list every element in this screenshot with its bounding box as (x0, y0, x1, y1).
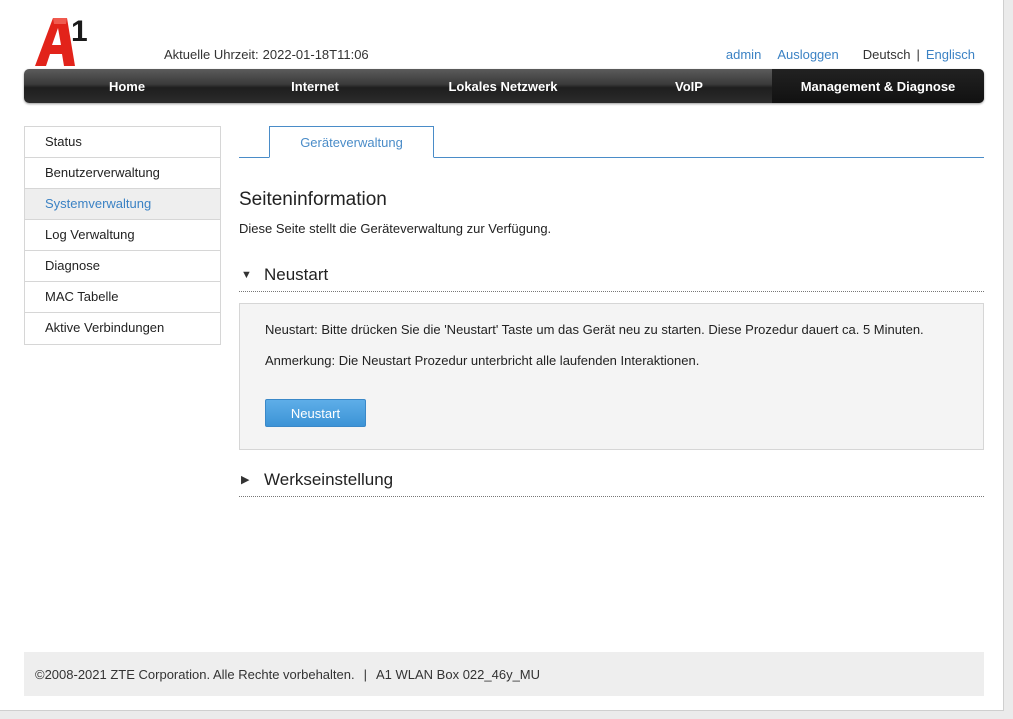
sidebar-item-active-connections[interactable]: Aktive Verbindungen (25, 313, 220, 344)
current-time: Aktuelle Uhrzeit: 2022-01-18T11:06 (164, 47, 369, 62)
page-description: Diese Seite stellt die Geräteverwaltung … (239, 221, 552, 236)
restart-section-title: Neustart (264, 264, 329, 284)
nav-management-diagnose[interactable]: Management & Diagnose (772, 69, 984, 103)
nav-home[interactable]: Home (24, 69, 230, 103)
sidebar-item-status[interactable]: Status (25, 127, 220, 158)
triangle-right-icon: ▶ (241, 474, 250, 486)
sidebar-item-mac-table[interactable]: MAC Tabelle (25, 282, 220, 313)
sidebar-item-user-management[interactable]: Benutzerverwaltung (25, 158, 220, 189)
footer-separator: | (363, 666, 367, 682)
language-german[interactable]: Deutsch (863, 47, 911, 62)
tab-device-management[interactable]: Geräteverwaltung (269, 126, 434, 158)
sidebar: Status Benutzerverwaltung Systemverwaltu… (24, 126, 221, 345)
nav-voip[interactable]: VoIP (606, 69, 772, 103)
time-value: 2022-01-18T11:06 (262, 47, 369, 62)
nav-internet[interactable]: Internet (230, 69, 400, 103)
restart-button[interactable]: Neustart (265, 399, 366, 427)
tab-bar: Geräteverwaltung (239, 126, 984, 158)
language-english[interactable]: Englisch (926, 47, 975, 62)
time-label: Aktuelle Uhrzeit: (164, 47, 259, 62)
sidebar-item-diagnose[interactable]: Diagnose (25, 251, 220, 282)
user-link[interactable]: admin (726, 47, 761, 62)
nav-local-network[interactable]: Lokales Netzwerk (400, 69, 606, 103)
factory-reset-section-title: Werkseinstellung (264, 469, 394, 489)
copyright-text: ©2008-2021 ZTE Corporation. Alle Rechte … (35, 666, 355, 682)
page-title: Seiteninformation (239, 189, 387, 210)
restart-note: Anmerkung: Die Neustart Prozedur unterbr… (265, 353, 700, 368)
sidebar-item-log-management[interactable]: Log Verwaltung (25, 220, 220, 251)
sidebar-item-system-management[interactable]: Systemverwaltung (25, 189, 220, 220)
restart-panel: Neustart: Bitte drücken Sie die 'Neustar… (239, 303, 984, 450)
factory-reset-section-header[interactable]: ▶ Werkseinstellung (239, 463, 984, 497)
logout-link[interactable]: Ausloggen (777, 47, 838, 62)
page: 1 Aktuelle Uhrzeit: 2022-01-18T11:06 admi… (0, 0, 1004, 711)
language-separator: | (916, 47, 920, 62)
restart-section-header[interactable]: ▼ Neustart (239, 258, 984, 292)
restart-instruction: Neustart: Bitte drücken Sie die 'Neustar… (265, 322, 924, 337)
footer: ©2008-2021 ZTE Corporation. Alle Rechte … (24, 652, 984, 696)
triangle-down-icon: ▼ (241, 268, 252, 281)
main-navigation: Home Internet Lokales Netzwerk VoIP Mana… (24, 69, 984, 103)
svg-text:1: 1 (71, 15, 88, 48)
device-name: A1 WLAN Box 022_46y_MU (376, 666, 541, 682)
a1-logo: 1 (33, 14, 93, 68)
top-links: admin Ausloggen Deutsch | Englisch (726, 47, 975, 62)
